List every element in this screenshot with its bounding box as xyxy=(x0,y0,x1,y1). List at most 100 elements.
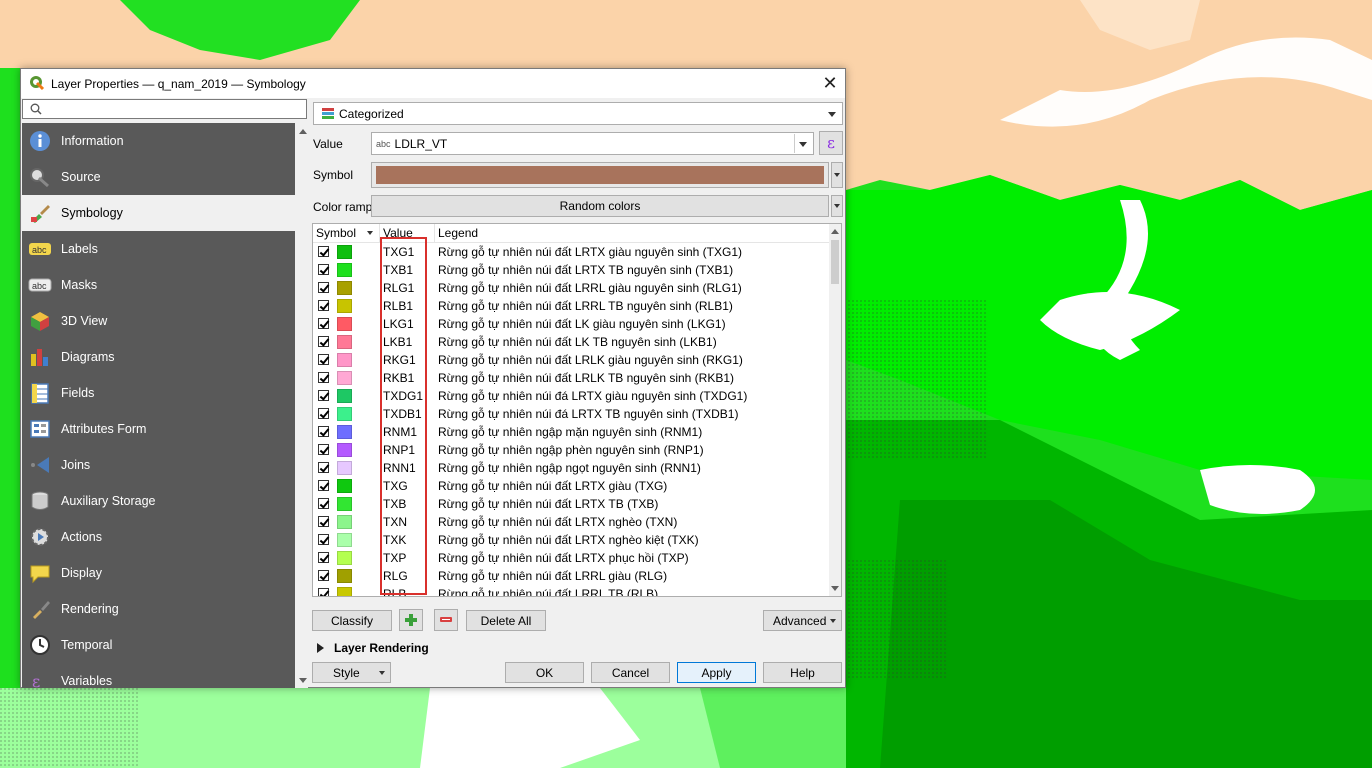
category-legend[interactable]: Rừng gỗ tự nhiên núi đất LRTX TB nguyên … xyxy=(438,261,733,279)
category-value[interactable]: RNM1 xyxy=(383,423,417,441)
sidebar-item-joins[interactable]: Joins xyxy=(22,447,295,483)
category-legend[interactable]: Rừng gỗ tự nhiên núi đất LRTX nghèo (TXN… xyxy=(438,513,677,531)
remove-category-button[interactable] xyxy=(434,609,458,631)
color-ramp-button[interactable]: Random colors xyxy=(371,195,829,217)
category-value[interactable]: TXP xyxy=(383,549,406,567)
add-category-button[interactable] xyxy=(399,609,423,631)
category-value[interactable]: TXG1 xyxy=(383,243,414,261)
category-value[interactable]: RKB1 xyxy=(383,369,414,387)
category-value[interactable]: RLB xyxy=(383,585,406,596)
search-input[interactable] xyxy=(22,99,307,119)
apply-button[interactable]: Apply xyxy=(677,662,756,683)
sidebar-item-actions[interactable]: Actions xyxy=(22,519,295,555)
category-symbol-swatch[interactable] xyxy=(337,263,352,277)
scroll-down-arrow-icon[interactable] xyxy=(299,678,307,683)
category-symbol-swatch[interactable] xyxy=(337,497,352,511)
category-value[interactable]: RLB1 xyxy=(383,297,413,315)
advanced-button[interactable]: Advanced xyxy=(763,610,842,631)
table-row[interactable]: TXG Rừng gỗ tự nhiên núi đất LRTX giàu (T… xyxy=(313,477,829,495)
category-symbol-swatch[interactable] xyxy=(337,389,352,403)
column-header-value[interactable]: Value xyxy=(380,224,435,242)
category-legend[interactable]: Rừng gỗ tự nhiên núi đất LRTX giàu nguyê… xyxy=(438,243,742,261)
category-visibility-checkbox[interactable] xyxy=(318,408,329,419)
table-row[interactable]: RLB1 Rừng gỗ tự nhiên núi đất LRRL TB ngu… xyxy=(313,297,829,315)
category-legend[interactable]: Rừng gỗ tự nhiên núi đất LRRL giàu nguyê… xyxy=(438,279,742,297)
category-visibility-checkbox[interactable] xyxy=(318,264,329,275)
category-visibility-checkbox[interactable] xyxy=(318,444,329,455)
table-row[interactable]: RKB1 Rừng gỗ tự nhiên núi đất LRLK TB ngu… xyxy=(313,369,829,387)
sidebar-item-source[interactable]: Source xyxy=(22,159,295,195)
category-legend[interactable]: Rừng gỗ tự nhiên núi đất LRTX giàu (TXG) xyxy=(438,477,667,495)
category-legend[interactable]: Rừng gỗ tự nhiên núi đá LRTX TB nguyên s… xyxy=(438,405,738,423)
table-row[interactable]: TXB1 Rừng gỗ tự nhiên núi đất LRTX TB ngu… xyxy=(313,261,829,279)
table-row[interactable]: LKB1 Rừng gỗ tự nhiên núi đất LK TB nguyê… xyxy=(313,333,829,351)
renderer-type-select[interactable]: Categorized xyxy=(313,102,843,125)
category-symbol-swatch[interactable] xyxy=(337,281,352,295)
category-value[interactable]: TXB xyxy=(383,495,406,513)
category-legend[interactable]: Rừng gỗ tự nhiên núi đất LRRL TB (RLB) xyxy=(438,585,658,596)
table-row[interactable]: RKG1 Rừng gỗ tự nhiên núi đất LRLK giàu n… xyxy=(313,351,829,369)
category-visibility-checkbox[interactable] xyxy=(318,480,329,491)
sidebar-item-variables[interactable]: ε Variables xyxy=(22,663,295,688)
category-value[interactable]: TXB1 xyxy=(383,261,413,279)
category-legend[interactable]: Rừng gỗ tự nhiên núi đất LK giàu nguyên … xyxy=(438,315,726,333)
category-symbol-swatch[interactable] xyxy=(337,335,352,349)
category-value[interactable]: LKG1 xyxy=(383,315,414,333)
sidebar-item-rendering[interactable]: Rendering xyxy=(22,591,295,627)
table-row[interactable]: RNN1 Rừng gỗ tự nhiên ngập ngọt nguyên si… xyxy=(313,459,829,477)
sidebar-item-temporal[interactable]: Temporal xyxy=(22,627,295,663)
ok-button[interactable]: OK xyxy=(505,662,584,683)
color-ramp-menu-button[interactable] xyxy=(831,195,843,217)
category-visibility-checkbox[interactable] xyxy=(318,552,329,563)
table-row[interactable]: TXK Rừng gỗ tự nhiên núi đất LRTX nghèo k… xyxy=(313,531,829,549)
category-legend[interactable]: Rừng gỗ tự nhiên núi đất LRTX nghèo kiệt… xyxy=(438,531,699,549)
table-row[interactable]: TXDB1 Rừng gỗ tự nhiên núi đá LRTX TB ngu… xyxy=(313,405,829,423)
expression-button[interactable]: ε xyxy=(819,131,843,155)
sidebar-item-diagrams[interactable]: Diagrams xyxy=(22,339,295,375)
category-symbol-swatch[interactable] xyxy=(337,353,352,367)
category-value[interactable]: RNN1 xyxy=(383,459,416,477)
classify-button[interactable]: Classify xyxy=(312,610,392,631)
sidebar-item-labels[interactable]: abc Labels xyxy=(22,231,295,267)
symbol-menu-button[interactable] xyxy=(831,162,843,188)
sidebar-item-masks[interactable]: abc Masks xyxy=(22,267,295,303)
category-visibility-checkbox[interactable] xyxy=(318,498,329,509)
title-bar[interactable]: Layer Properties — q_nam_2019 — Symbolog… xyxy=(21,69,845,98)
sidebar-item-3d-view[interactable]: 3D View xyxy=(22,303,295,339)
table-row[interactable]: TXG1 Rừng gỗ tự nhiên núi đất LRTX giàu n… xyxy=(313,243,829,261)
category-legend[interactable]: Rừng gỗ tự nhiên núi đất LK TB nguyên si… xyxy=(438,333,717,351)
category-symbol-swatch[interactable] xyxy=(337,299,352,313)
table-row[interactable]: RNP1 Rừng gỗ tự nhiên ngập phèn nguyên si… xyxy=(313,441,829,459)
category-legend[interactable]: Rừng gỗ tự nhiên núi đất LRLK giàu nguyê… xyxy=(438,351,743,369)
category-visibility-checkbox[interactable] xyxy=(318,318,329,329)
category-legend[interactable]: Rừng gỗ tự nhiên núi đất LRRL TB nguyên … xyxy=(438,297,733,315)
category-symbol-swatch[interactable] xyxy=(337,425,352,439)
sidebar-item-display[interactable]: Display xyxy=(22,555,295,591)
table-row[interactable]: TXDG1 Rừng gỗ tự nhiên núi đá LRTX giàu n… xyxy=(313,387,829,405)
table-row[interactable]: TXB Rừng gỗ tự nhiên núi đất LRTX TB (TXB… xyxy=(313,495,829,513)
delete-all-button[interactable]: Delete All xyxy=(466,610,546,631)
category-legend[interactable]: Rừng gỗ tự nhiên núi đất LRTX TB (TXB) xyxy=(438,495,658,513)
scroll-up-arrow-icon[interactable] xyxy=(299,129,307,134)
sidebar-item-fields[interactable]: Fields xyxy=(22,375,295,411)
category-value[interactable]: TXG xyxy=(383,477,408,495)
category-legend[interactable]: Rừng gỗ tự nhiên núi đất LRTX phục hồi (… xyxy=(438,549,689,567)
table-row[interactable]: RLB Rừng gỗ tự nhiên núi đất LRRL TB (RLB… xyxy=(313,585,829,596)
scrollbar-thumb[interactable] xyxy=(831,240,839,284)
category-visibility-checkbox[interactable] xyxy=(318,516,329,527)
symbol-button[interactable] xyxy=(371,162,829,188)
column-header-legend[interactable]: Legend xyxy=(435,224,829,242)
category-symbol-swatch[interactable] xyxy=(337,587,352,596)
table-row[interactable]: LKG1 Rừng gỗ tự nhiên núi đất LK giàu ngu… xyxy=(313,315,829,333)
sidebar-item-auxiliary-storage[interactable]: Auxiliary Storage xyxy=(22,483,295,519)
category-symbol-swatch[interactable] xyxy=(337,515,352,529)
category-symbol-swatch[interactable] xyxy=(337,317,352,331)
category-symbol-swatch[interactable] xyxy=(337,245,352,259)
sidebar-item-information[interactable]: Information xyxy=(22,123,295,159)
category-value[interactable]: RLG1 xyxy=(383,279,414,297)
category-symbol-swatch[interactable] xyxy=(337,533,352,547)
category-legend[interactable]: Rừng gỗ tự nhiên núi đất LRRL giàu (RLG) xyxy=(438,567,667,585)
category-symbol-swatch[interactable] xyxy=(337,551,352,565)
scroll-up-arrow-icon[interactable] xyxy=(831,229,839,234)
category-legend[interactable]: Rừng gỗ tự nhiên ngập phèn nguyên sinh (… xyxy=(438,441,704,459)
